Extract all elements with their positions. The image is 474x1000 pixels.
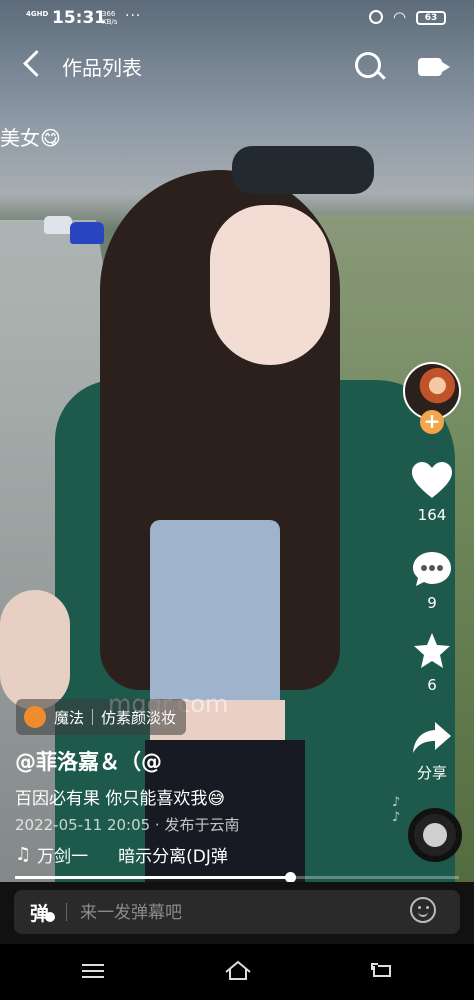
camera-icon[interactable] [418, 58, 450, 76]
share-button[interactable]: 分享 [400, 720, 464, 783]
star-icon [414, 633, 450, 668]
music-notes-icon: ♪ ♪ [392, 795, 401, 825]
car-white [44, 216, 72, 234]
divider [66, 903, 67, 921]
status-bar: 4GHD 15:31 366 KB/s ··· ◠ 63 [0, 0, 474, 38]
person-top [150, 520, 280, 710]
home-icon[interactable] [224, 960, 252, 980]
danmaku-toggle[interactable]: 弹 [30, 899, 56, 926]
clock: 15:31 [52, 8, 107, 28]
page-title: 作品列表 [62, 56, 142, 80]
music-title-1: 万剑一 [37, 847, 89, 867]
music-disc[interactable] [408, 808, 462, 862]
share-label: 分享 [416, 764, 447, 782]
share-icon [413, 722, 451, 753]
speed-value: 366 [102, 10, 116, 18]
danmaku-box: 弹 [14, 890, 460, 934]
author-name[interactable]: @菲洛嘉＆（@ [15, 746, 162, 776]
system-nav-bar [0, 944, 474, 1000]
effect-name: 仿素颜淡妆 [101, 708, 177, 727]
favorite-button[interactable]: 6 [400, 632, 464, 694]
menu-icon[interactable] [82, 964, 104, 978]
overlay-caption: 美女😋 [0, 126, 61, 150]
music-info[interactable]: ♫ 万剑一 暗示分离(DJ弹 [15, 842, 228, 867]
network-speed: 366 KB/s [102, 10, 117, 26]
heart-icon [412, 462, 452, 498]
like-button[interactable]: 164 [400, 462, 464, 524]
music-title-2: 暗示分离(DJ弹 [118, 847, 228, 867]
magic-label: 魔法 [54, 708, 85, 727]
emoji-icon[interactable] [410, 897, 436, 923]
more-notifications-icon: ··· [125, 8, 142, 24]
favorite-count: 6 [427, 676, 437, 694]
sunglasses [232, 146, 374, 194]
danmaku-input[interactable] [78, 898, 382, 928]
wifi-icon: ◠ [393, 8, 407, 26]
divider [92, 709, 94, 725]
back-nav-icon[interactable] [370, 962, 392, 978]
alarm-icon [369, 10, 383, 24]
person-face [210, 205, 330, 365]
speed-unit: KB/s [102, 18, 118, 26]
progress-fill [15, 876, 291, 879]
progress-bar[interactable] [15, 872, 459, 883]
magic-icon [24, 706, 46, 728]
music-note-icon: ♫ [15, 844, 32, 865]
back-icon[interactable] [23, 50, 50, 77]
post-meta: 2022-05-11 20:05 · 发布于云南 [15, 816, 240, 834]
danmaku-bar: 弹 [0, 882, 474, 944]
comment-icon [413, 552, 451, 586]
like-count: 164 [417, 506, 447, 524]
network-indicator: 4GHD [26, 10, 49, 18]
person-arm [0, 590, 70, 710]
battery-icon: 63 [416, 11, 446, 25]
post-description: 百因必有果 你只能喜欢我😅 [15, 789, 226, 809]
car-blue [70, 222, 104, 244]
magic-effect-tag[interactable]: 魔法 仿素颜淡妆 [16, 699, 187, 735]
top-bar: 作品列表 [0, 44, 474, 88]
follow-plus-icon[interactable]: + [420, 410, 444, 434]
comment-count: 9 [427, 594, 437, 612]
search-icon[interactable] [355, 52, 381, 78]
comment-button[interactable]: 9 [400, 550, 464, 612]
